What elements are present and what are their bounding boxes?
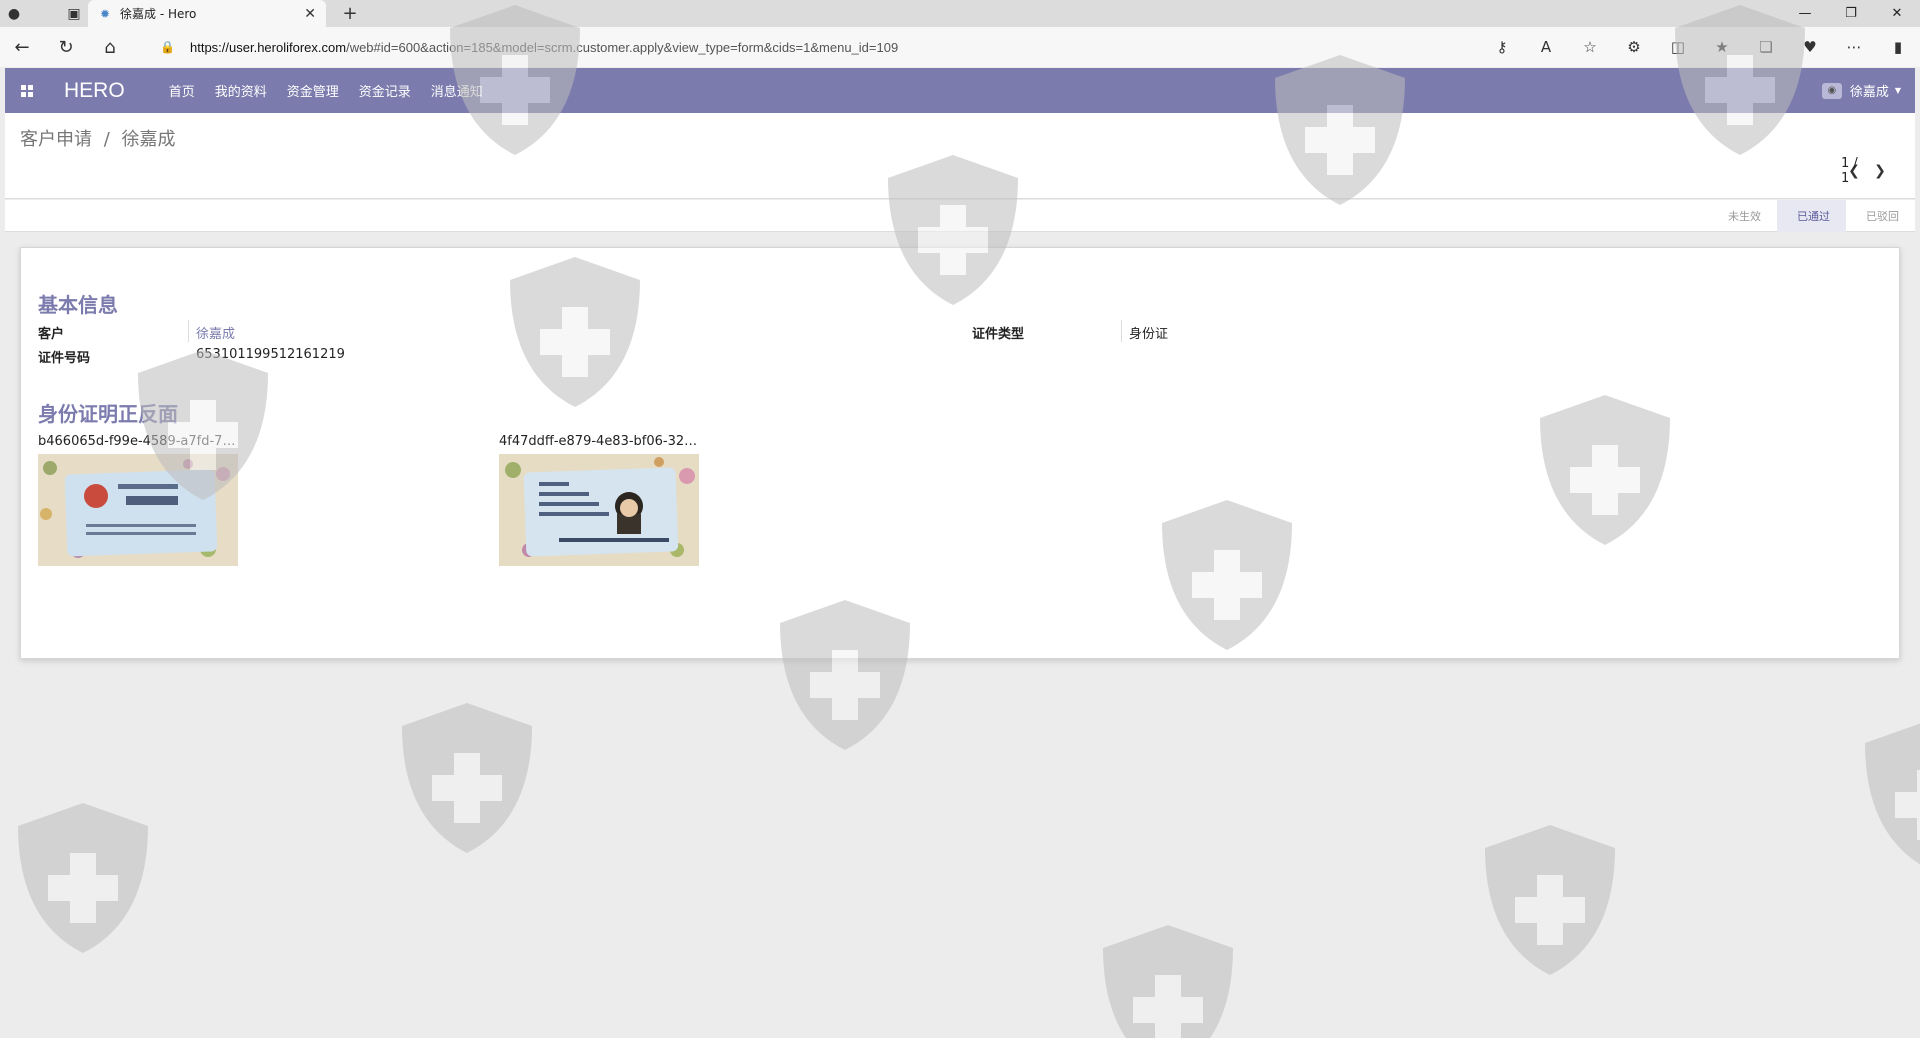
id-number-label: 证件号码 bbox=[38, 351, 91, 366]
profile-icon[interactable]: ● bbox=[0, 0, 28, 27]
more-icon[interactable]: ⋯ bbox=[1832, 27, 1876, 67]
favorites-icon[interactable]: ★ bbox=[1700, 27, 1744, 67]
form-sheet: 基本信息 客户 徐嘉成 证件类型 身份证 证件号码 65310119951216… bbox=[20, 247, 1900, 659]
breadcrumb-separator: / bbox=[103, 129, 110, 150]
attachment-filename: b466065d-f99e-4589-a7fd-736a... bbox=[38, 434, 238, 449]
browser-tab[interactable]: ✹ 徐嘉成 - Hero ✕ bbox=[88, 0, 326, 27]
home-icon[interactable]: ⌂ bbox=[88, 27, 132, 67]
sidebar-toggle-icon[interactable]: ▮ bbox=[1876, 27, 1920, 67]
breadcrumb-current: 徐嘉成 bbox=[121, 129, 176, 150]
brand-logo[interactable]: HERO bbox=[64, 79, 125, 103]
browser-tab-bar: ● ▣ ✹ 徐嘉成 - Hero ✕ + — ❐ ✕ bbox=[0, 0, 1920, 27]
url-field[interactable]: 🔒 https://user.heroliforex.com/web#id=60… bbox=[160, 35, 1500, 59]
password-key-icon[interactable]: ⚷ bbox=[1480, 27, 1524, 67]
favorite-star-icon[interactable]: ☆ bbox=[1568, 27, 1612, 67]
user-name: 徐嘉成 bbox=[1849, 85, 1889, 100]
menu-fund-management[interactable]: 资金管理 bbox=[287, 81, 339, 100]
menu-notifications[interactable]: 消息通知 bbox=[431, 81, 483, 100]
new-tab-button[interactable]: + bbox=[336, 0, 364, 27]
avatar: ◉ bbox=[1821, 82, 1842, 99]
apps-menu-icon[interactable] bbox=[5, 68, 49, 113]
status-stages: 未生效 已通过 已驳回 bbox=[1708, 200, 1915, 232]
field-divider bbox=[188, 320, 189, 342]
watermark-shield-icon bbox=[1485, 825, 1615, 975]
url-host: https://user.heroliforex.com bbox=[190, 39, 347, 55]
id-type-value: 身份证 bbox=[1129, 327, 1169, 342]
menu-fund-records[interactable]: 资金记录 bbox=[359, 81, 411, 100]
pager-next-icon[interactable]: ❯ bbox=[1867, 163, 1893, 179]
browser-toolbar: ⚷ A ☆ ⚙ ◫ ★ ❏ ♥ ⋯ ▮ bbox=[1480, 27, 1920, 67]
tab-favicon-icon: ✹ bbox=[99, 6, 111, 21]
breadcrumb-parent[interactable]: 客户申请 bbox=[20, 129, 92, 150]
minimize-icon[interactable]: — bbox=[1782, 0, 1828, 27]
watermark-shield-icon bbox=[18, 803, 148, 953]
collections-icon[interactable]: ❏ bbox=[1744, 27, 1788, 67]
lock-icon[interactable]: 🔒 bbox=[160, 40, 190, 54]
tab-title: 徐嘉成 - Hero bbox=[120, 7, 197, 21]
id-type-label: 证件类型 bbox=[972, 327, 1025, 342]
watermark-shield-icon bbox=[402, 703, 532, 853]
reload-icon[interactable]: ↻ bbox=[44, 27, 88, 67]
stage-rejected[interactable]: 已驳回 bbox=[1846, 200, 1915, 232]
split-screen-icon[interactable]: ◫ bbox=[1656, 27, 1700, 67]
chevron-down-icon: ▼ bbox=[1894, 86, 1901, 95]
stage-approved[interactable]: 已通过 bbox=[1777, 200, 1846, 232]
breadcrumb: 客户申请 / 徐嘉成 bbox=[20, 125, 176, 151]
pager: 1 / 1 ❮ ❯ bbox=[1841, 156, 1893, 186]
url-path: /web#id=600&action=185&model=scrm.custom… bbox=[346, 39, 899, 55]
read-aloud-icon[interactable]: A bbox=[1524, 27, 1568, 67]
id-card-front-image[interactable] bbox=[38, 454, 238, 566]
id-card-back-image[interactable] bbox=[499, 454, 699, 566]
close-window-icon[interactable]: ✕ bbox=[1874, 0, 1920, 27]
app-navbar: HERO 首页 我的资料 资金管理 资金记录 消息通知 ◉ 徐嘉成 ▼ bbox=[5, 68, 1915, 113]
attachment-filename: 4f47ddff-e879-4e83-bf06-3290bf... bbox=[499, 434, 699, 449]
id-number-value: 653101199512161219 bbox=[196, 347, 345, 362]
browser-essentials-icon[interactable]: ♥ bbox=[1788, 27, 1832, 67]
extensions-icon[interactable]: ⚙ bbox=[1612, 27, 1656, 67]
menu-my-profile[interactable]: 我的资料 bbox=[215, 81, 267, 100]
customer-label: 客户 bbox=[38, 327, 65, 342]
address-bar: ← ↻ ⌂ 🔒 https://user.heroliforex.com/web… bbox=[0, 27, 1920, 67]
field-divider bbox=[1121, 320, 1122, 342]
pager-value[interactable]: 1 / 1 bbox=[1841, 156, 1869, 186]
window-controls: — ❐ ✕ bbox=[1782, 0, 1920, 27]
restore-icon[interactable]: ❐ bbox=[1828, 0, 1874, 27]
id-photos-title: 身份证明正反面 bbox=[38, 402, 178, 426]
basic-info-title: 基本信息 bbox=[38, 293, 118, 317]
status-bar: 未生效 已通过 已驳回 bbox=[5, 200, 1915, 232]
control-panel: 客户申请 / 徐嘉成 1 / 1 ❮ ❯ bbox=[5, 113, 1915, 199]
stage-pending[interactable]: 未生效 bbox=[1708, 200, 1777, 232]
customer-value[interactable]: 徐嘉成 bbox=[196, 323, 235, 342]
back-icon[interactable]: ← bbox=[0, 27, 44, 67]
watermark-shield-icon bbox=[1103, 925, 1233, 1038]
watermark-shield-icon bbox=[1865, 723, 1920, 865]
menu-home[interactable]: 首页 bbox=[169, 81, 195, 100]
workspaces-icon[interactable]: ▣ bbox=[60, 0, 88, 27]
tab-close-icon[interactable]: ✕ bbox=[304, 6, 316, 22]
user-menu[interactable]: ◉ 徐嘉成 ▼ bbox=[1821, 68, 1901, 113]
